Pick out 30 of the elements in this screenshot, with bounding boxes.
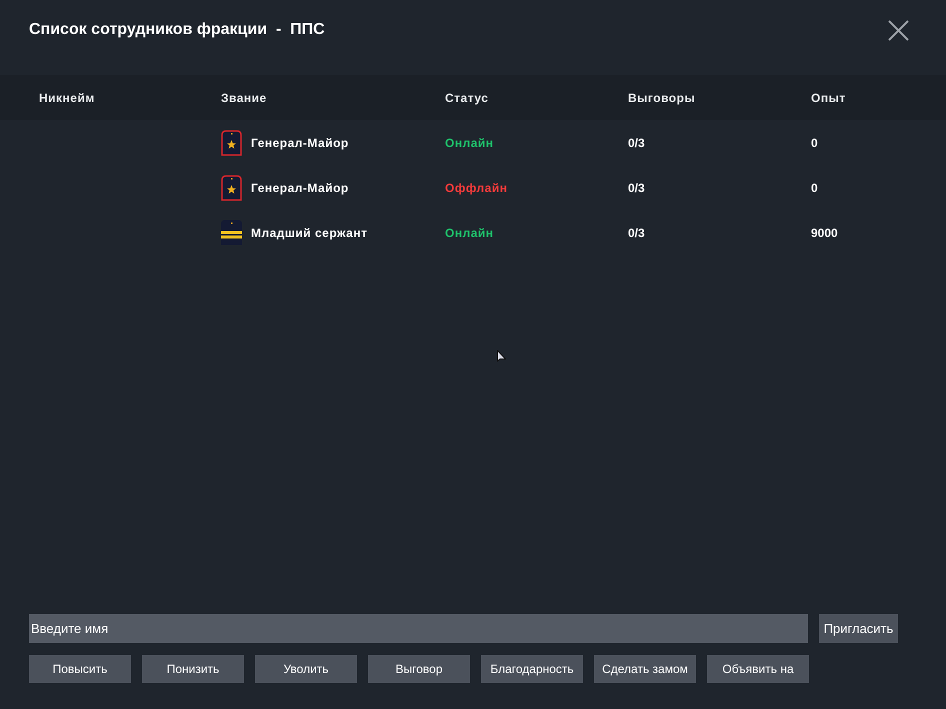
action-button[interactable]: Благодарность: [481, 655, 583, 683]
shoulder-board-stripes-icon: [221, 220, 242, 245]
action-button[interactable]: Уволить: [255, 655, 357, 683]
column-header: Опыт: [811, 90, 846, 106]
rank-text: Младший сержант: [251, 224, 368, 242]
action-button[interactable]: Сделать замом: [594, 655, 696, 683]
experience-text: 9000: [811, 224, 838, 242]
column-header: Никнейм: [39, 90, 95, 106]
status-text: Онлайн: [445, 134, 494, 152]
action-button[interactable]: Объявить на: [707, 655, 809, 683]
rank-text: Генерал-Майор: [251, 134, 349, 152]
invite-button[interactable]: Пригласить: [819, 614, 898, 643]
name-input-field[interactable]: Введите имя: [29, 614, 808, 643]
column-header: Выговоры: [628, 90, 696, 106]
experience-text: 0: [811, 180, 818, 196]
experience-text: 0: [811, 134, 818, 152]
reprimands-text: 0/3: [628, 224, 645, 242]
action-button[interactable]: Выговор: [368, 655, 470, 683]
column-header: Статус: [445, 90, 488, 106]
reprimands-text: 0/3: [628, 180, 645, 196]
status-text: Онлайн: [445, 224, 494, 242]
action-button[interactable]: Повысить: [29, 655, 131, 683]
action-button[interactable]: Понизить: [142, 655, 244, 683]
mouse-pointer-icon: [497, 350, 506, 363]
status-text: Оффлайн: [445, 180, 508, 196]
column-header: Звание: [221, 90, 267, 106]
reprimands-text: 0/3: [628, 134, 645, 152]
close-icon[interactable]: [888, 20, 909, 41]
rank-text: Генерал-Майор: [251, 180, 349, 196]
window-title: Список сотрудников фракции - ППС: [29, 20, 325, 40]
